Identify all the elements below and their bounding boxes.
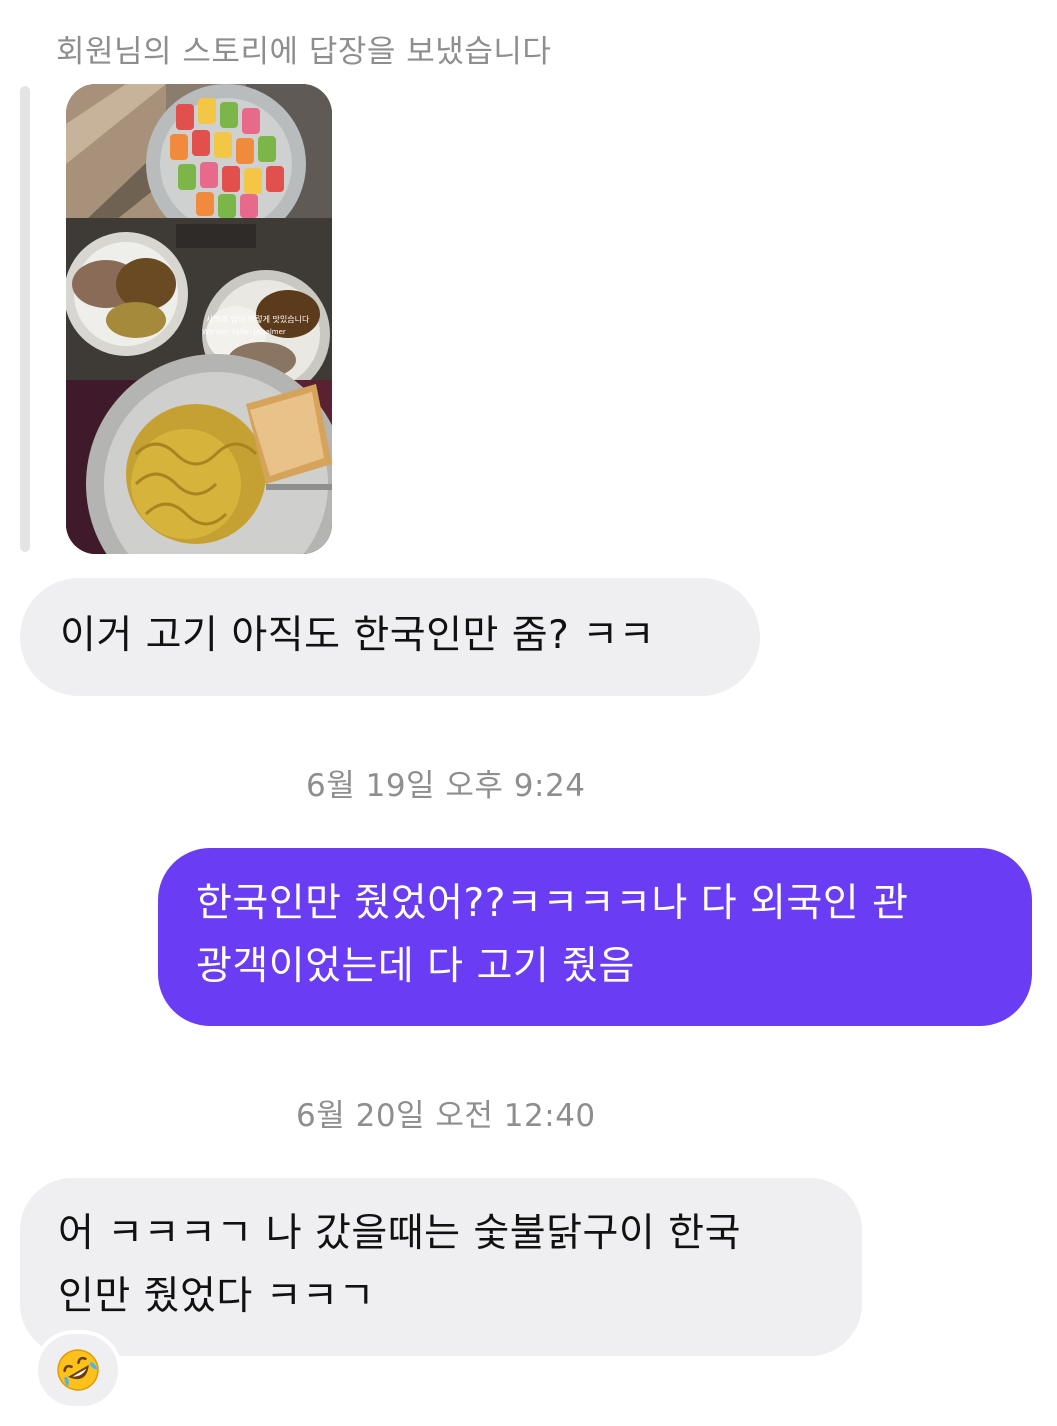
- message-bubble-outgoing[interactable]: 한국인만 줬었어??ㅋㅋㅋㅋ나 다 외국인 관 광객이었는데 다 고기 줬음: [158, 848, 1032, 1026]
- message-bubble-incoming[interactable]: 어 ㅋㅋㅋㄱ 나 갔을때는 숯불닭구이 한국 인만 줬었다 ㅋㅋㄱ: [20, 1178, 862, 1356]
- message-reaction[interactable]: [34, 1330, 122, 1410]
- quote-bar: [20, 86, 30, 552]
- story-thumbnail[interactable]: 사막의 밤이 이렇게 맛있습니다 Wonder Safari Jaisalmer: [66, 84, 332, 554]
- message-text: 이거 고기 아직도 한국인만 줌? ㅋㅋ: [60, 613, 656, 658]
- message-text-line: 어 ㅋㅋㅋㄱ 나 갔을때는 숯불닭구이 한국: [58, 1211, 741, 1256]
- chat-thread: 회원님의 스토리에 답장을 보냈습니다 사막의 밤이 이렇게 맛있습니다 Won…: [0, 0, 1057, 1426]
- timestamp: 6월 19일 오후 9:24: [306, 768, 586, 804]
- story-reply-label: 회원님의 스토리에 답장을 보냈습니다: [56, 34, 552, 70]
- story-location: Wonder Safari Jaisalmer: [202, 328, 286, 336]
- message-text-line: 광객이었는데 다 고기 줬음: [196, 944, 635, 989]
- story-caption: 사막의 밤이 이렇게 맛있습니다: [206, 315, 310, 324]
- timestamp: 6월 20일 오전 12:40: [296, 1098, 596, 1134]
- rolling-on-floor-laughing-icon: [57, 1349, 99, 1391]
- message-text-line: 인만 줬었다 ㅋㅋㄱ: [58, 1274, 375, 1319]
- message-text-line: 한국인만 줬었어??ㅋㅋㅋㅋ나 다 외국인 관: [196, 881, 909, 926]
- message-bubble-incoming[interactable]: 이거 고기 아직도 한국인만 줌? ㅋㅋ: [20, 578, 760, 696]
